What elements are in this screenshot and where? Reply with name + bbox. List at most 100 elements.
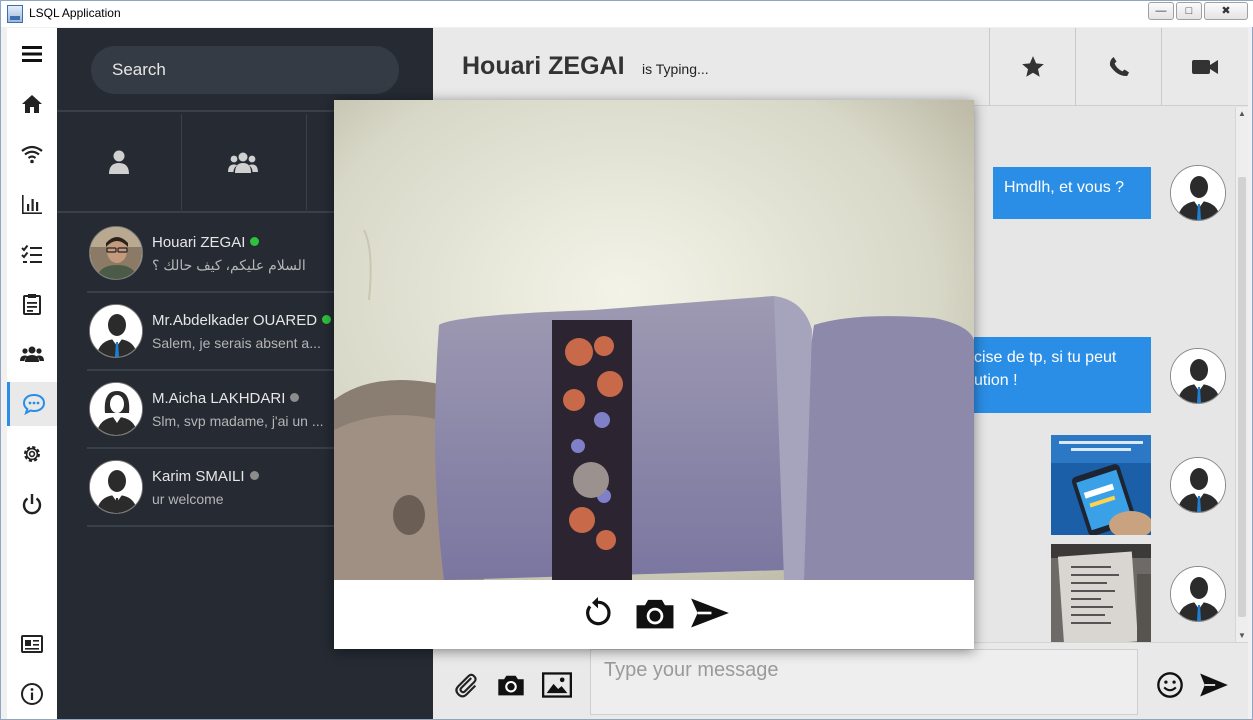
image-button[interactable] (539, 667, 575, 703)
home-icon (22, 95, 42, 113)
avatar (89, 382, 143, 436)
female-avatar-icon (90, 383, 142, 435)
camera-icon (498, 675, 524, 696)
attach-icon (455, 673, 477, 698)
tab-contacts[interactable] (57, 114, 181, 210)
offline-status-dot (249, 471, 259, 480)
nav-menu[interactable] (7, 32, 57, 76)
window-title: LSQL Application (29, 6, 121, 20)
wifi-icon (21, 145, 43, 164)
message-input[interactable]: Type your message (590, 649, 1138, 715)
app-window: LSQL Application — □ ✖ Search Houari ZEG… (0, 0, 1253, 720)
camera-preview-image (334, 100, 974, 580)
video-icon (1191, 60, 1218, 74)
nav-wifi[interactable] (7, 132, 57, 176)
nav-settings[interactable] (7, 432, 57, 476)
video-call-button[interactable] (1161, 28, 1247, 106)
nav-home[interactable] (7, 82, 57, 126)
retake-button[interactable] (575, 590, 621, 636)
chat-header: Houari ZEGAI is Typing... (433, 28, 1248, 106)
nav-chat[interactable] (7, 382, 57, 426)
checklist-icon (21, 244, 42, 263)
nav-logout[interactable] (7, 482, 57, 526)
camera-actions-bar (334, 580, 974, 649)
scroll-down-arrow-icon[interactable]: ▼ (1237, 631, 1247, 640)
contact-last-message: Slm, svp madame, j'ai un ... (152, 413, 324, 429)
nav-about[interactable] (7, 672, 57, 716)
power-icon (22, 494, 42, 515)
contact-last-message: السلام عليكم، كيف حالك ؟ (152, 257, 306, 273)
user-avatar-icon (1171, 349, 1225, 403)
send-photo-button[interactable] (687, 590, 733, 636)
person-icon (109, 150, 129, 174)
clipboard-icon (23, 294, 41, 315)
online-status-dot (322, 315, 332, 324)
nav-clipboard[interactable] (7, 282, 57, 326)
send-icon (691, 598, 729, 628)
avatar (1170, 457, 1226, 513)
attach-button[interactable] (448, 667, 484, 703)
close-button[interactable]: ✖ (1204, 2, 1248, 20)
menu-icon (22, 46, 42, 62)
voice-call-button[interactable] (1075, 28, 1161, 106)
tab-divider (306, 114, 307, 210)
avatar (89, 304, 143, 358)
camera-button[interactable] (493, 667, 529, 703)
emoji-icon (1157, 672, 1183, 698)
message-bubble: cise de tp, si tu peut ution ! (963, 337, 1151, 413)
user-avatar-icon (90, 461, 142, 513)
document-photo (1051, 544, 1151, 642)
camera-capture-dialog (334, 100, 974, 649)
retake-icon (586, 597, 611, 626)
capture-icon (636, 599, 674, 629)
app-logo-icon (7, 5, 23, 23)
image-message[interactable] (1051, 435, 1151, 535)
message-bubble: Hmdlh, et vous ? (993, 167, 1151, 219)
offline-status-dot (290, 393, 300, 402)
id-card-icon (21, 635, 43, 653)
nav-groups[interactable] (7, 332, 57, 376)
nav-profile-card[interactable] (7, 622, 57, 666)
user-avatar-icon (1171, 166, 1225, 220)
avatar (89, 460, 143, 514)
send-icon (1200, 673, 1228, 697)
app-promo-image (1051, 435, 1151, 535)
emoji-button[interactable] (1152, 667, 1188, 703)
nav-tasks[interactable] (7, 232, 57, 276)
avatar (89, 226, 143, 280)
avatar (1170, 165, 1226, 221)
avatar (1170, 566, 1226, 622)
contact-name: Karim SMAILI (152, 468, 245, 485)
send-button[interactable] (1196, 667, 1232, 703)
title-bar: LSQL Application — □ ✖ (1, 1, 1253, 27)
nav-stats[interactable] (7, 182, 57, 226)
scroll-thumb[interactable] (1238, 177, 1246, 617)
settings-icon (24, 446, 40, 462)
minimize-button[interactable]: — (1148, 2, 1174, 20)
favorite-button[interactable] (989, 28, 1075, 106)
nav-sidebar (7, 28, 57, 719)
group-icon (228, 152, 258, 173)
user-avatar-icon (90, 305, 142, 357)
online-status-dot (250, 237, 260, 246)
scroll-up-arrow-icon[interactable]: ▲ (1237, 109, 1247, 118)
star-icon (1021, 56, 1044, 77)
tab-groups[interactable] (181, 114, 305, 210)
chat-icon (22, 393, 45, 416)
info-icon (21, 683, 43, 705)
maximize-button[interactable]: □ (1176, 2, 1202, 20)
image-icon (542, 672, 572, 698)
contact-name: Mr.Abdelkader OUARED (152, 312, 318, 329)
messages-scrollbar[interactable]: ▲ ▼ (1235, 107, 1248, 642)
search-input[interactable]: Search (91, 46, 399, 94)
camera-preview (334, 100, 974, 580)
contact-last-message: ur welcome (152, 491, 224, 507)
avatar (1170, 348, 1226, 404)
capture-button[interactable] (632, 590, 678, 636)
message-composer: Type your message (433, 642, 1248, 719)
user-avatar-icon (1171, 458, 1225, 512)
chat-contact-name: Houari ZEGAI (462, 52, 625, 80)
phone-icon (1109, 57, 1129, 77)
image-message[interactable] (1051, 544, 1151, 642)
typing-status: is Typing... (642, 61, 709, 77)
